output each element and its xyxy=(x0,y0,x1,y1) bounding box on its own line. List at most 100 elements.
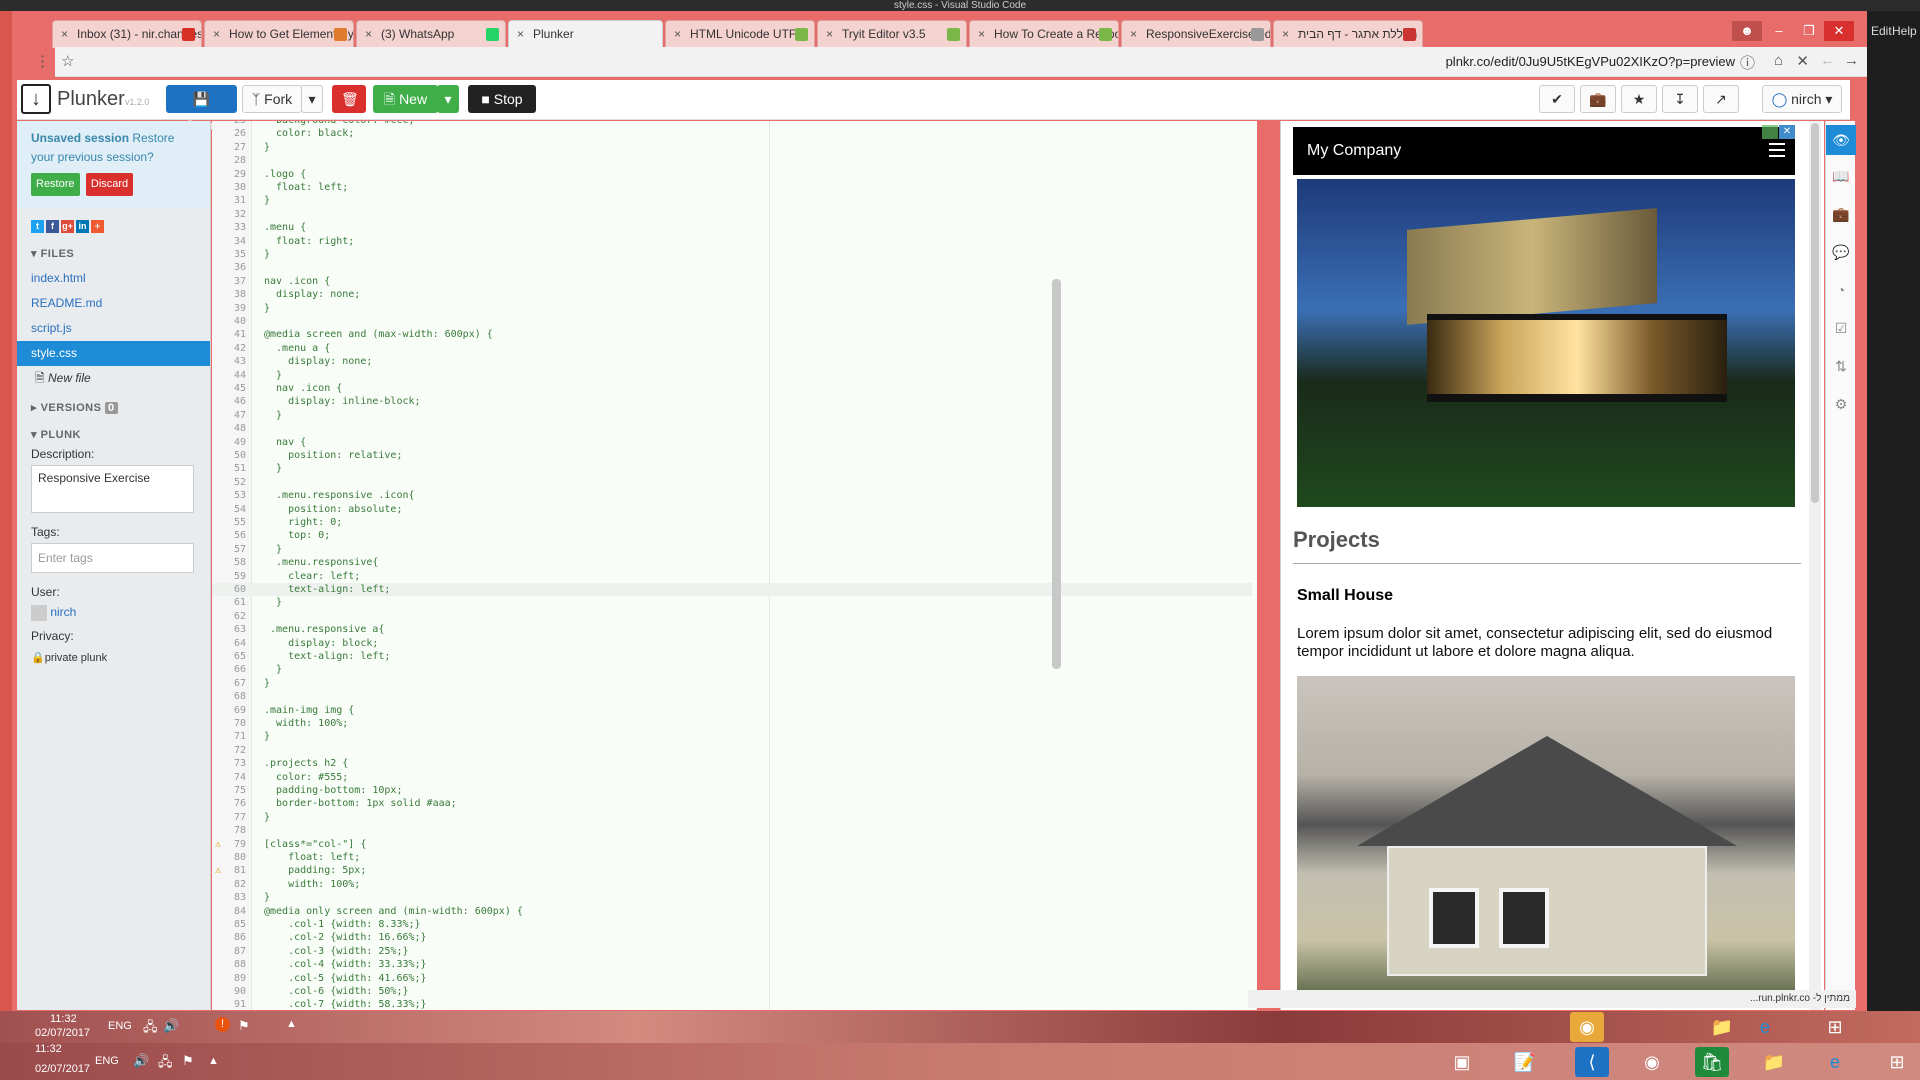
code-line[interactable]: 31} xyxy=(212,194,1252,207)
code-line[interactable]: 65 text-align: left; xyxy=(212,650,1252,663)
network-icon[interactable]: 🖧 xyxy=(158,1053,173,1075)
twitter-icon[interactable]: t xyxy=(31,220,44,233)
code-line[interactable]: 40 xyxy=(212,315,1252,328)
code-line[interactable]: 53 .menu.responsive .icon{ xyxy=(212,489,1252,502)
save-button[interactable]: 💾 Save xyxy=(166,85,237,133)
code-line[interactable]: 74 color: #555; xyxy=(212,771,1252,784)
code-line[interactable]: 45 nav .icon { xyxy=(212,382,1252,395)
versions-header[interactable]: ▸ VERSIONS 0 xyxy=(17,401,210,414)
code-line[interactable]: 37 nav .icon { xyxy=(212,275,1252,288)
tab-inbox[interactable]: × Inbox (31) - nir.channes@ xyxy=(52,20,202,48)
comments-icon[interactable]: 💬 xyxy=(1826,239,1856,265)
eye-icon[interactable]: 👁 xyxy=(1826,125,1856,155)
code-line[interactable]: 33 .menu { xyxy=(212,221,1252,234)
hamburger-icon[interactable] xyxy=(1769,143,1785,157)
code-line[interactable]: 84 @media only screen and (min-width: 600… xyxy=(212,905,1252,918)
code-line[interactable]: 32 xyxy=(212,208,1252,221)
code-line[interactable]: 90 .col-6 {width: 50%;} xyxy=(212,985,1252,998)
minimize-icon[interactable]: – xyxy=(1764,21,1794,41)
code-line[interactable]: 38 display: none; xyxy=(212,288,1252,301)
store-icon[interactable]: 🛍 xyxy=(1695,1047,1729,1077)
code-line[interactable]: 47 } xyxy=(212,409,1252,422)
code-line[interactable]: 58 .menu.responsive{ xyxy=(212,556,1252,569)
code-line[interactable]: 68 xyxy=(212,690,1252,703)
code-line[interactable]: 88 .col-4 {width: 33.33%;} xyxy=(212,958,1252,971)
description-field[interactable]: Responsive Exercise xyxy=(31,465,194,513)
discard-button[interactable]: Discard xyxy=(85,173,134,196)
file-item-script[interactable]: script.js xyxy=(17,316,210,341)
company-name[interactable]: My Company xyxy=(1307,142,1401,159)
code-line[interactable]: 41 @media screen and (max-width: 600px) { xyxy=(212,328,1252,341)
profile-icon[interactable]: ☻ xyxy=(1732,21,1762,41)
code-line[interactable]: 61 } xyxy=(212,596,1252,609)
tray-chevron-icon[interactable]: ▲ xyxy=(286,1018,297,1030)
code-line[interactable]: 63 .menu.responsive a{ xyxy=(212,623,1252,636)
close-icon[interactable]: × xyxy=(1282,21,1289,47)
editor-scrollbar[interactable] xyxy=(1052,279,1061,669)
toolbox-button[interactable]: 💼 xyxy=(1580,85,1616,113)
close-window-icon[interactable]: ✕ xyxy=(1824,21,1854,41)
new-dropdown-button[interactable]: ▾ xyxy=(437,85,459,113)
code-line[interactable]: 80 float: left; xyxy=(212,851,1252,864)
code-line[interactable]: 86 .col-2 {width: 16.66%;} xyxy=(212,931,1252,944)
plunk-header[interactable]: ▾ PLUNK xyxy=(17,428,210,441)
facebook-icon[interactable]: f xyxy=(46,220,59,233)
new-button[interactable]: 🗎 New xyxy=(373,85,438,113)
code-line[interactable]: 55 right: 0; xyxy=(212,516,1252,529)
checkbox-icon[interactable]: ☑ xyxy=(1826,315,1856,341)
close-icon[interactable]: × xyxy=(61,21,68,47)
restore-button[interactable]: Restore xyxy=(31,173,80,196)
fork-dropdown-button[interactable]: ▾ xyxy=(301,85,323,113)
code-line[interactable]: 35} xyxy=(212,248,1252,261)
code-line[interactable]: 34 float: right; xyxy=(212,235,1252,248)
linkedin-icon[interactable]: in xyxy=(76,220,89,233)
code-line[interactable]: 27} xyxy=(212,141,1252,154)
code-editor[interactable]: 25 background-color: #ccc;26 color: blac… xyxy=(212,121,1257,1010)
folder-icon[interactable]: 📁 xyxy=(1757,1047,1791,1077)
dashboard-icon[interactable]: ◔ xyxy=(1826,277,1856,303)
code-line[interactable]: ⚠ 79 [class*="col-"] { xyxy=(212,838,1252,851)
code-line[interactable]: 66 } xyxy=(212,663,1252,676)
new-file-item[interactable]: 🗎 New file xyxy=(17,366,210,391)
code-line[interactable]: 76 border-bottom: 1px solid #aaa; xyxy=(212,797,1252,810)
back-icon[interactable]: ← xyxy=(1820,52,1835,69)
code-line[interactable]: 75 padding-bottom: 10px; xyxy=(212,784,1252,797)
tab-pdf[interactable]: × ResponsiveExercise.pdf xyxy=(1121,20,1271,48)
retweet-icon[interactable]: ⇅ xyxy=(1826,353,1856,379)
code-line[interactable]: 71} xyxy=(212,730,1252,743)
network-icon[interactable]: 🖧 xyxy=(143,1018,158,1040)
language-indicator[interactable]: ENG xyxy=(108,1020,132,1032)
code-line[interactable]: 87 .col-3 {width: 25%;} xyxy=(212,945,1252,958)
close-icon[interactable]: × xyxy=(978,21,985,47)
fork-button[interactable]: ᛉ Fork xyxy=(242,85,302,113)
star-button[interactable]: ★ xyxy=(1621,85,1657,113)
briefcase-icon[interactable]: 💼 xyxy=(1826,201,1856,227)
edge-icon[interactable]: e xyxy=(1748,1012,1782,1042)
flag-icon[interactable]: ⚑ xyxy=(238,1018,250,1034)
tab-tryit[interactable]: × Tryit Editor v3.5 xyxy=(817,20,967,48)
user-menu-button[interactable]: ◯ nirch ▾ xyxy=(1762,85,1842,113)
code-line[interactable]: 30 float: left; xyxy=(212,181,1252,194)
close-preview-icon[interactable]: ✕ xyxy=(1779,125,1795,139)
code-line[interactable]: 28 xyxy=(212,154,1252,167)
code-line[interactable]: 83} xyxy=(212,891,1252,904)
tab-responsive[interactable]: × How To Create a Respo xyxy=(969,20,1119,48)
gear-icon[interactable]: ⚙ xyxy=(1826,391,1856,417)
language-indicator-2[interactable]: ENG xyxy=(95,1055,119,1067)
code-line[interactable]: 85 .col-1 {width: 8.33%;} xyxy=(212,918,1252,931)
tab-html-unicode[interactable]: × HTML Unicode UTF-8 xyxy=(665,20,815,48)
file-item-index[interactable]: index.html xyxy=(17,266,210,291)
chrome-icon[interactable]: ◉ xyxy=(1635,1047,1669,1077)
folder-icon[interactable]: 📁 xyxy=(1705,1012,1739,1042)
launch-button[interactable]: ↗ xyxy=(1703,85,1739,113)
windows-icon[interactable]: ⊞ xyxy=(1880,1047,1914,1077)
code-line[interactable]: 91 .col-7 {width: 58.33%;} xyxy=(212,998,1252,1010)
plunker-logo-icon[interactable]: ↓ xyxy=(21,84,51,114)
file-item-readme[interactable]: README.md xyxy=(17,291,210,316)
code-line[interactable]: 72 xyxy=(212,744,1252,757)
notepad-icon[interactable]: 📝 xyxy=(1508,1047,1542,1077)
windows-icon[interactable]: ⊞ xyxy=(1818,1012,1852,1042)
chrome-icon[interactable]: ◉ xyxy=(1570,1012,1604,1042)
tab-college[interactable]: × מכללת אתגר - דף הבית xyxy=(1273,20,1423,48)
code-line[interactable]: 46 display: inline-block; xyxy=(212,395,1252,408)
